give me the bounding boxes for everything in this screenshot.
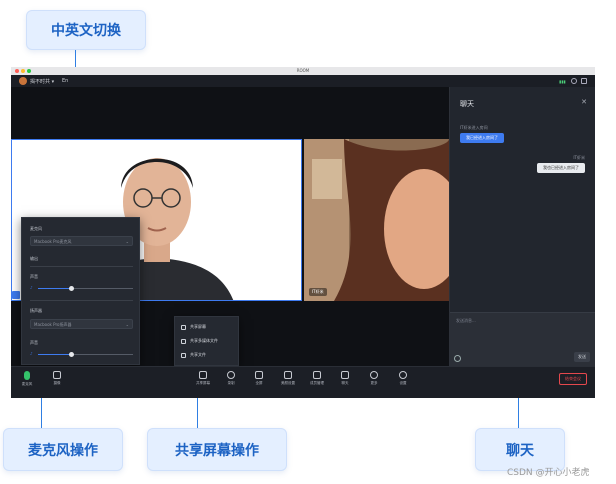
- input-volume-slider[interactable]: [38, 286, 133, 291]
- share-screen-option[interactable]: 共享屏幕: [181, 324, 206, 330]
- signal-icon: ▮▮▮: [559, 79, 566, 84]
- chat-panel: 聊天 ✕ IT虾米进入房间 我已经进入房间了 IT虾米 我也已经进入房间了 发送…: [449, 87, 595, 366]
- mic-button[interactable]: 麦克风: [15, 371, 39, 387]
- toolbar-members-button[interactable]: 成员管理: [305, 371, 329, 386]
- divider: [30, 300, 133, 301]
- end-meeting-button[interactable]: 结束会议: [559, 373, 587, 385]
- share-ops-callout: 共享屏幕操作: [147, 428, 287, 471]
- share-option-label: 共享多媒体文件: [190, 338, 218, 343]
- mic-ops-callout: 麦克风操作: [3, 428, 123, 471]
- close-icon[interactable]: ✕: [581, 98, 587, 106]
- lang-switch-callout: 中英文切换: [26, 10, 146, 50]
- fullscreen-icon: [255, 371, 263, 379]
- chat-input-area[interactable]: 发送消息... 发送: [450, 312, 595, 366]
- toolbar-beauty-button[interactable]: 美颜设置: [276, 371, 300, 386]
- share-option-label: 共享文件: [190, 352, 206, 357]
- camera-icon: [53, 371, 61, 379]
- speaker-volume-fill: [38, 354, 72, 355]
- speaker-volume-label: 声音: [30, 340, 38, 345]
- record-icon: [227, 371, 235, 379]
- monitor-icon: [181, 324, 186, 330]
- toolbar-label: 全屏: [255, 381, 263, 385]
- play-icon: [181, 338, 186, 344]
- toolbar-label: 更多: [370, 381, 378, 385]
- chat-system-message: IT虾米进入房间: [460, 125, 488, 130]
- remote-participant-illustration: [304, 139, 449, 301]
- speaker-volume-knob[interactable]: [69, 352, 75, 357]
- gear-icon: [399, 371, 407, 379]
- meeting-app-window: ROOM 揭不时共 ▾ En ▮▮▮ IT虾米 聊天 ✕ IT虾米进入房间 我已…: [11, 67, 595, 398]
- window-title: ROOM: [296, 68, 310, 73]
- remote-video-tile[interactable]: IT虾米: [304, 139, 449, 301]
- chevron-down-icon: ⌄: [125, 322, 129, 327]
- fullscreen-icon[interactable]: [581, 78, 587, 84]
- emoji-icon[interactable]: [454, 355, 461, 362]
- chat-message-bubble: 我也已经进入房间了: [537, 163, 585, 173]
- mic-button-label: 麦克风: [21, 382, 33, 386]
- participant-list-icon[interactable]: [12, 291, 20, 299]
- mic-label: 麦克风: [30, 226, 42, 231]
- chat-icon: [341, 371, 349, 379]
- toolbar-share-screen-button[interactable]: 共享屏幕: [191, 371, 215, 386]
- toolbar-label: 成员管理: [310, 381, 324, 385]
- meeting-toolbar: 麦克风 摄像 共享屏幕 录制 全屏 美颜设置 成员管理 聊天 更多 设置 结束会…: [11, 366, 595, 398]
- toolbar-label: 聊天: [341, 381, 349, 385]
- share-screen-popup: 共享屏幕 共享多媒体文件 共享文件: [174, 316, 239, 366]
- toolbar-settings-button[interactable]: 设置: [391, 371, 415, 386]
- mic-device-select[interactable]: Macbook Pro麦克风 ⌄: [30, 236, 133, 246]
- share-option-label: 共享屏幕: [190, 324, 206, 329]
- chevron-down-icon: ⌄: [125, 239, 129, 244]
- window-titlebar: ROOM: [11, 67, 595, 75]
- file-icon: [181, 352, 186, 358]
- share-file-option[interactable]: 共享文件: [181, 352, 206, 358]
- info-icon[interactable]: [571, 78, 577, 84]
- send-button[interactable]: 发送: [574, 352, 590, 362]
- share-media-option[interactable]: 共享多媒体文件: [181, 338, 218, 344]
- remote-participant-name: IT虾米: [309, 288, 327, 296]
- input-volume-fill: [38, 288, 72, 289]
- meeting-topbar: 揭不时共 ▾ En ▮▮▮: [11, 75, 595, 87]
- toolbar-label: 录制: [227, 381, 235, 385]
- toolbar-record-button[interactable]: 录制: [219, 371, 243, 386]
- beauty-icon: [284, 371, 292, 379]
- volume-icon: ♪: [30, 351, 33, 356]
- speaker-device-value: Macbook Pro扬声器: [34, 322, 72, 327]
- chat-title: 聊天: [460, 100, 474, 108]
- mic-settings-popup: 麦克风 Macbook Pro麦克风 ⌄ 输出 声音 ♪ 扬声器 Macbook…: [21, 217, 140, 365]
- divider: [30, 266, 133, 267]
- microphone-icon: [24, 371, 30, 380]
- speaker-label: 扬声器: [30, 308, 42, 313]
- input-volume-knob[interactable]: [69, 286, 75, 291]
- watermark: CSDN @开心小老虎: [507, 468, 590, 478]
- language-switch-button[interactable]: En: [62, 78, 68, 84]
- members-icon: [313, 371, 321, 379]
- mic-device-value: Macbook Pro麦克风: [34, 239, 72, 244]
- speaker-device-select[interactable]: Macbook Pro扬声器 ⌄: [30, 319, 133, 329]
- toolbar-label: 设置: [399, 381, 407, 385]
- camera-button-label: 摄像: [53, 381, 61, 385]
- more-icon: [370, 371, 378, 379]
- meeting-name-dropdown[interactable]: 揭不时共 ▾: [30, 78, 54, 85]
- toolbar-label: 美颜设置: [281, 381, 295, 385]
- chat-message-bubble: 我已经进入房间了: [460, 133, 504, 143]
- input-volume-label: 声音: [30, 274, 38, 279]
- toolbar-fullscreen-button[interactable]: 全屏: [247, 371, 271, 386]
- share-screen-icon: [199, 371, 207, 379]
- speaker-volume-slider[interactable]: [38, 352, 133, 357]
- toolbar-chat-button[interactable]: 聊天: [333, 371, 357, 386]
- camera-button[interactable]: 摄像: [45, 371, 69, 386]
- avatar[interactable]: [19, 77, 27, 85]
- output-label: 输出: [30, 256, 38, 261]
- volume-icon: ♪: [30, 285, 33, 290]
- chat-system-message: IT虾米: [573, 155, 585, 160]
- chat-input-placeholder: 发送消息...: [456, 318, 476, 323]
- toolbar-label: 共享屏幕: [196, 381, 210, 385]
- toolbar-more-button[interactable]: 更多: [362, 371, 386, 386]
